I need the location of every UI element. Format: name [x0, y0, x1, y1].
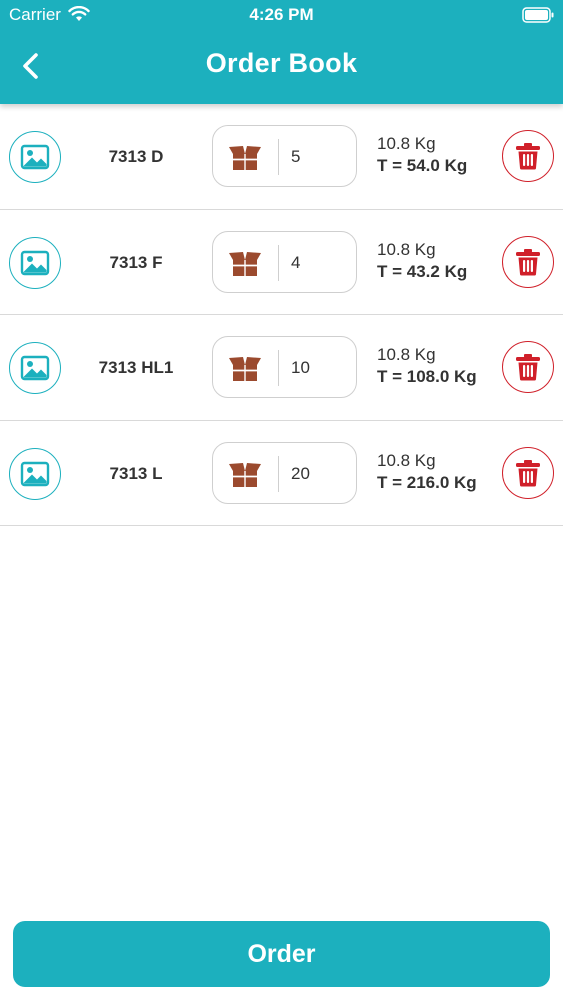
box-icon [229, 462, 261, 487]
quantity-input[interactable] [285, 458, 351, 489]
weight-info: 10.8 Kg T = 54.0 Kg [377, 133, 467, 177]
box-icon [229, 357, 261, 381]
quantity-field [212, 230, 357, 293]
weight-info: 10.8 Kg T = 216.0 Kg [377, 450, 477, 494]
unit-weight: 10.8 Kg [377, 345, 436, 364]
product-code: 7313 D [108, 147, 164, 166]
delete-button[interactable] [502, 130, 554, 182]
image-icon [20, 250, 50, 275]
product-code: 7313 L [109, 463, 163, 483]
image-icon [20, 144, 50, 170]
quantity-input[interactable] [285, 142, 351, 172]
quantity-divider [278, 139, 279, 175]
product-image-button[interactable] [9, 236, 61, 289]
weight-info: 10.8 Kg T = 108.0 Kg [377, 344, 477, 388]
total-weight: T = 43.2 Kg [377, 261, 468, 281]
box-icon [229, 251, 261, 276]
trash-icon [516, 459, 540, 486]
status-bar: Carrier 4:26 PM [0, 0, 563, 30]
clock: 4:26 PM [249, 5, 314, 24]
product-image-button[interactable] [9, 131, 61, 183]
product-image-button[interactable] [9, 342, 61, 394]
order-button[interactable]: Order [13, 921, 550, 987]
weight-info: 10.8 Kg T = 43.2 Kg [377, 239, 467, 283]
trash-icon [516, 248, 540, 275]
image-icon [20, 461, 50, 486]
order-row: 7313 F 10.8 Kg T = 43.2 Kg [0, 210, 563, 315]
app-header: Carrier 4:26 PM Order Book [0, 0, 563, 104]
box-icon [229, 146, 261, 170]
order-list: 7313 D 10.8 Kg T = 54.0 Kg [0, 104, 563, 526]
quantity-input[interactable] [285, 353, 351, 383]
quantity-divider [278, 350, 279, 386]
trash-icon [516, 354, 540, 381]
order-row: 7313 HL1 10.8 Kg T = 108.0 Kg [0, 315, 563, 421]
order-row: 7313 D 10.8 Kg T = 54.0 Kg [0, 104, 563, 210]
quantity-divider [278, 244, 279, 281]
battery-icon [522, 7, 554, 23]
image-icon [20, 355, 50, 381]
unit-weight: 10.8 Kg [377, 450, 436, 470]
delete-button[interactable] [502, 446, 554, 499]
quantity-field [212, 441, 357, 504]
total-weight: T = 54.0 Kg [377, 156, 468, 175]
delete-button[interactable] [502, 341, 554, 393]
total-weight: T = 216.0 Kg [377, 472, 477, 492]
product-code: 7313 HL1 [98, 358, 174, 377]
quantity-divider [278, 455, 279, 492]
order-row: 7313 L 10.8 Kg T = 216.0 Kg [0, 421, 563, 526]
unit-weight: 10.8 Kg [377, 134, 436, 153]
total-weight: T = 108.0 Kg [377, 367, 477, 386]
product-image-button[interactable] [9, 447, 61, 500]
quantity-input[interactable] [285, 247, 351, 278]
unit-weight: 10.8 Kg [377, 239, 436, 259]
trash-icon [516, 143, 540, 170]
product-code: 7313 F [109, 252, 163, 272]
quantity-field [212, 125, 357, 187]
quantity-field [212, 336, 357, 398]
delete-button[interactable] [502, 235, 554, 288]
page-title: Order Book [205, 48, 358, 78]
